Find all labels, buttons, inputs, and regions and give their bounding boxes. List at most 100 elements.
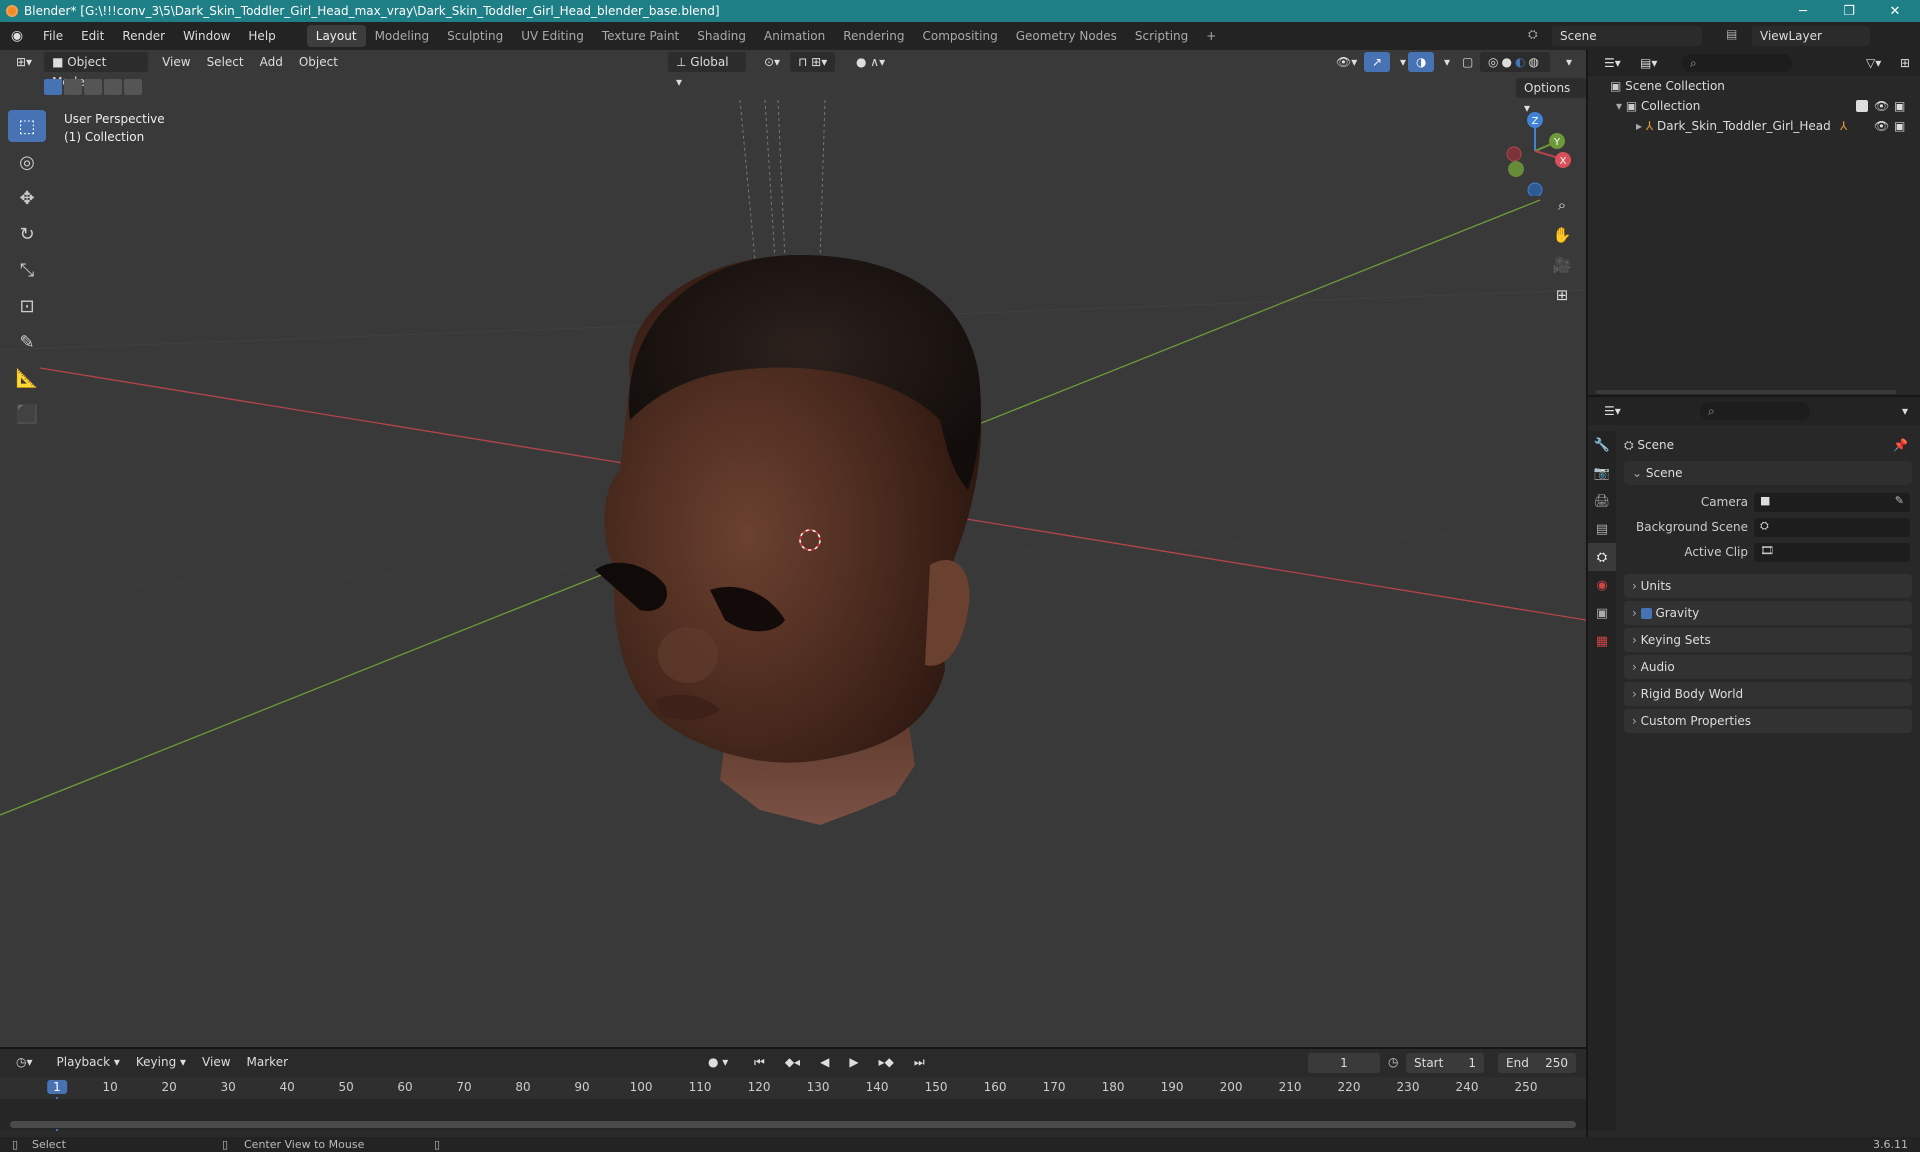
play-reverse-icon[interactable]: ◀: [812, 1052, 837, 1072]
add-cube-tool-icon[interactable]: ⬛: [8, 398, 46, 430]
outliner-editor[interactable]: ☰▾ ▤▾ ⌕ ▽▾ ⊞ ▣ Scene Collection ▾ ▣ Coll…: [1588, 50, 1920, 395]
camera-value[interactable]: ■ ✎: [1754, 493, 1910, 512]
audio-panel[interactable]: › Audio: [1624, 655, 1912, 679]
close-button[interactable]: ✕: [1872, 0, 1918, 22]
outliner-row-scene-collection[interactable]: ▣ Scene Collection: [1588, 76, 1920, 96]
shading-dropdown-icon[interactable]: ▾: [1558, 52, 1580, 72]
keying-menu[interactable]: Keying ▾: [128, 1052, 194, 1072]
minimize-button[interactable]: ─: [1780, 0, 1826, 22]
playback-menu[interactable]: Playback ▾: [49, 1052, 128, 1072]
timeline-view-menu[interactable]: View: [194, 1052, 238, 1072]
ortho-toggle-icon[interactable]: ⊞: [1549, 282, 1575, 308]
workspace-tab-compositing[interactable]: Compositing: [913, 25, 1006, 47]
view-layer-tab-icon[interactable]: ▤: [1588, 515, 1616, 543]
current-frame-field[interactable]: 1: [1308, 1053, 1380, 1073]
restore-button[interactable]: ❐: [1826, 0, 1872, 22]
render-camera-icon[interactable]: ▣: [1894, 96, 1905, 116]
annotate-tool-icon[interactable]: ✎: [8, 326, 46, 358]
blender-menu-icon[interactable]: ◉: [0, 28, 34, 44]
snap-icon[interactable]: ⊓ ⊞▾: [790, 52, 836, 72]
properties-search-input[interactable]: ⌕: [1700, 402, 1810, 420]
active-clip-value[interactable]: 🎞: [1754, 543, 1910, 562]
gravity-panel[interactable]: › Gravity: [1624, 601, 1912, 625]
properties-editor[interactable]: ☰▾ ⌕ ▾ 🔧 📷 🖨 ▤ ⛭ ◉ ▣ ▦ ⛭ Scene 📌 ⌄ Scene…: [1588, 397, 1920, 1137]
pin-icon[interactable]: 📌: [1893, 435, 1908, 455]
properties-options-icon[interactable]: ▾: [1894, 401, 1916, 421]
object-render-camera-icon[interactable]: ▣: [1894, 116, 1905, 136]
add-workspace-button[interactable]: +: [1197, 25, 1225, 47]
outliner-search-input[interactable]: ⌕: [1682, 54, 1792, 72]
world-tab-icon[interactable]: ◉: [1588, 571, 1616, 599]
menu-edit[interactable]: Edit: [72, 29, 113, 43]
timeline-editor-type-icon[interactable]: ◷▾: [8, 1052, 41, 1072]
rigid-body-world-panel[interactable]: › Rigid Body World: [1624, 682, 1912, 706]
background-scene-field[interactable]: Background Scene ⛭: [1624, 516, 1912, 538]
select-subtract-icon[interactable]: [84, 79, 102, 95]
expand-arrow-icon[interactable]: ▾: [1616, 99, 1626, 113]
jump-keyframe-forward-icon[interactable]: ▸◆: [871, 1052, 902, 1072]
jump-end-icon[interactable]: ⏭: [906, 1052, 933, 1072]
outliner-editor-type-icon[interactable]: ☰▾: [1596, 53, 1629, 73]
play-icon[interactable]: ▶: [841, 1052, 866, 1072]
transform-tool-icon[interactable]: ⊡: [8, 290, 46, 322]
camera-field[interactable]: Camera ■ ✎: [1624, 491, 1912, 513]
texture-tab-icon[interactable]: ▦: [1588, 627, 1616, 655]
new-collection-icon[interactable]: ⊞: [1892, 53, 1918, 73]
scene-panel-header[interactable]: ⌄ Scene: [1624, 461, 1912, 485]
workspace-tab-animation[interactable]: Animation: [755, 25, 834, 47]
display-mode-icon[interactable]: ▤▾: [1632, 53, 1665, 73]
mode-dropdown[interactable]: ■ Object Mode ▾: [44, 52, 149, 89]
visibility-icon[interactable]: 👁▾: [1328, 52, 1365, 72]
record-keyframe-icon[interactable]: ● ▾: [700, 1052, 736, 1072]
jump-keyframe-back-icon[interactable]: ◆◂: [777, 1052, 808, 1072]
pan-hand-icon[interactable]: ✋: [1549, 222, 1575, 248]
outliner-row-object[interactable]: ▸ ⅄ Dark_Skin_Toddler_Girl_Head ⅄ 👁 ▣: [1588, 116, 1920, 136]
select-intersect-icon[interactable]: [124, 79, 142, 95]
workspace-tab-geometry-nodes[interactable]: Geometry Nodes: [1007, 25, 1126, 47]
scene-selector-icon[interactable]: ⛭: [1528, 27, 1538, 42]
select-extend-icon[interactable]: [64, 79, 82, 95]
menu-add[interactable]: Add: [252, 52, 291, 72]
rotate-tool-icon[interactable]: ↻: [8, 218, 46, 250]
transform-orientation-dropdown[interactable]: ⊥ Global ▾: [668, 52, 746, 89]
gizmo-toggle-icon[interactable]: ↗: [1364, 52, 1391, 72]
select-invert-icon[interactable]: [104, 79, 122, 95]
select-box-tool-icon[interactable]: ⬚: [8, 110, 46, 142]
outliner-row-collection[interactable]: ▾ ▣ Collection 👁 ▣: [1588, 96, 1920, 116]
workspace-tab-uv-editing[interactable]: UV Editing: [512, 25, 593, 47]
workspace-tab-scripting[interactable]: Scripting: [1126, 25, 1197, 47]
jump-start-icon[interactable]: ⏮: [746, 1052, 773, 1072]
select-new-icon[interactable]: [44, 79, 62, 95]
menu-window[interactable]: Window: [174, 29, 239, 43]
collapse-arrow-icon[interactable]: ▸: [1636, 119, 1646, 133]
gravity-checkbox[interactable]: [1640, 608, 1652, 619]
workspace-tab-texture-paint[interactable]: Texture Paint: [593, 25, 688, 47]
menu-file[interactable]: File: [34, 29, 72, 43]
collection-tab-icon[interactable]: ▣: [1588, 599, 1616, 627]
frame-ruler[interactable]: 1 10 20 30 40 50 60 70 80 90 100 110 120 130 140 150 160…: [0, 1077, 1586, 1131]
overlays-toggle-icon[interactable]: ◑: [1408, 52, 1435, 72]
units-panel[interactable]: › Units: [1624, 574, 1912, 598]
end-frame-field[interactable]: End 250: [1498, 1053, 1576, 1073]
eyedropper-icon[interactable]: ✎: [1895, 494, 1904, 507]
options-dropdown[interactable]: Options ▾: [1516, 78, 1586, 115]
render-tab-icon[interactable]: 📷: [1588, 459, 1616, 487]
background-scene-value[interactable]: ⛭: [1754, 518, 1910, 537]
active-clip-field[interactable]: Active Clip 🎞: [1624, 541, 1912, 563]
timeline-scrollbar[interactable]: [10, 1121, 1576, 1128]
custom-properties-panel[interactable]: › Custom Properties: [1624, 709, 1912, 733]
timeline-editor[interactable]: ◷▾ Playback ▾ Keying ▾ View Marker ● ▾ ⏮…: [0, 1049, 1586, 1137]
visibility-eye-icon[interactable]: 👁: [1874, 96, 1889, 116]
workspace-tab-modeling[interactable]: Modeling: [366, 25, 439, 47]
workspace-tab-sculpting[interactable]: Sculpting: [438, 25, 512, 47]
preview-range-icon[interactable]: ◷: [1388, 1055, 1398, 1069]
xray-toggle-icon[interactable]: ▢: [1454, 52, 1481, 72]
outliner-scrollbar[interactable]: [1596, 390, 1896, 394]
pivot-point-icon[interactable]: ⊙▾: [756, 52, 788, 72]
scene-selector[interactable]: Scene: [1552, 26, 1702, 46]
zoom-icon[interactable]: ⌕: [1549, 192, 1575, 218]
workspace-tab-shading[interactable]: Shading: [688, 25, 755, 47]
view-layer-icon[interactable]: ▤: [1726, 27, 1737, 41]
output-tab-icon[interactable]: 🖨: [1588, 487, 1616, 515]
move-tool-icon[interactable]: ✥: [8, 182, 46, 214]
